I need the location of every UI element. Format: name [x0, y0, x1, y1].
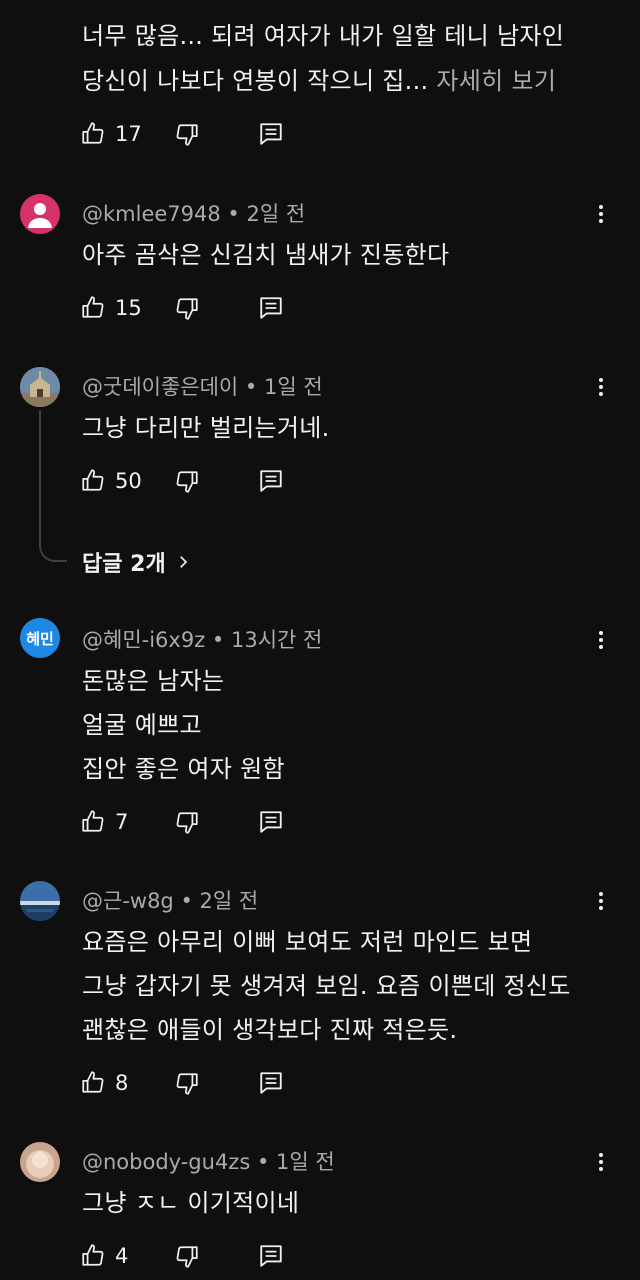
comment-meta: @굿데이좋은데이 • 1일 전 — [82, 371, 323, 401]
comment-text-line: 괜찮은 애들이 생각보다 진짜 적은듯. — [82, 1016, 458, 1044]
thumbs-down-icon — [176, 812, 198, 834]
reply-icon — [260, 1245, 282, 1267]
like-count: 4 — [115, 1244, 129, 1268]
dislike-button[interactable] — [174, 1244, 200, 1270]
like-count: 17 — [115, 122, 142, 146]
comment-text-line: 너무 많음... 되려 여자가 내가 일할 테니 남자인 — [82, 22, 565, 50]
more-options-button[interactable] — [589, 889, 613, 913]
reply-icon — [260, 811, 282, 833]
kebab-menu-icon — [599, 631, 603, 649]
comment-time: 1일 전 — [276, 1150, 335, 1174]
thread-line — [39, 410, 67, 562]
kebab-menu-icon — [599, 378, 603, 396]
dislike-button[interactable] — [174, 810, 200, 836]
reply-button[interactable] — [258, 1070, 284, 1096]
like-button[interactable] — [80, 120, 106, 146]
avatar[interactable]: 혜민 — [20, 618, 60, 658]
comment-time: 1일 전 — [264, 375, 323, 399]
comment-text-line: 아주 곰삭은 신김치 냄새가 진동한다 — [82, 241, 450, 269]
thumbs-down-icon — [176, 124, 198, 146]
thumbs-down-icon — [176, 1246, 198, 1268]
default-user-icon — [28, 203, 52, 228]
avatar[interactable] — [20, 1142, 60, 1182]
reply-icon — [260, 123, 282, 145]
like-count: 8 — [115, 1071, 129, 1095]
reply-icon — [260, 470, 282, 492]
building-photo-icon — [20, 367, 60, 407]
like-button[interactable] — [80, 467, 106, 493]
reply-button[interactable] — [258, 809, 284, 835]
comment-text-line: 당신이 나보다 연봉이 작으니 집... 자세히 보기 — [82, 61, 556, 96]
avatar[interactable] — [20, 881, 60, 921]
reply-button[interactable] — [258, 468, 284, 494]
thumbs-up-icon — [82, 469, 104, 491]
like-count: 15 — [115, 296, 142, 320]
reply-button[interactable] — [258, 295, 284, 321]
comment-time: 2일 전 — [246, 202, 306, 226]
comment-meta: @근-w8g • 2일 전 — [82, 885, 258, 915]
thumbs-down-icon — [176, 298, 198, 320]
thumbs-up-icon — [82, 810, 104, 832]
thumbs-down-icon — [176, 1073, 198, 1095]
comment-text-line: 그냥 갑자기 못 생겨져 보임. 요즘 이쁜데 정신도 — [82, 972, 571, 1000]
reply-icon — [260, 297, 282, 319]
comment-meta: @kmlee7948 • 2일 전 — [82, 198, 305, 228]
read-more-link[interactable]: 자세히 보기 — [436, 67, 556, 95]
more-options-button[interactable] — [589, 1150, 613, 1174]
more-options-button[interactable] — [589, 375, 613, 399]
comment-text-line: 그냥 다리만 벌리는거네. — [82, 414, 330, 442]
avatar-initials: 혜민 — [26, 629, 54, 648]
comment-meta: @혜민-i6x9z • 13시간 전 — [82, 624, 322, 654]
reply-button[interactable] — [258, 1243, 284, 1269]
kebab-menu-icon — [599, 1153, 603, 1171]
dislike-button[interactable] — [174, 122, 200, 148]
thumbs-up-icon — [82, 1071, 104, 1093]
like-count: 7 — [115, 810, 129, 834]
avatar[interactable] — [20, 194, 60, 234]
chevron-right-icon — [179, 556, 187, 568]
separator: • — [220, 202, 247, 226]
replies-toggle[interactable]: 답글 2개 — [82, 546, 192, 578]
dislike-button[interactable] — [174, 1071, 200, 1097]
like-count: 50 — [115, 469, 142, 493]
like-button[interactable] — [80, 294, 106, 320]
kebab-menu-icon — [599, 205, 603, 223]
comment-author[interactable]: @근-w8g — [82, 889, 174, 913]
comment-text-line: 돈많은 남자는 — [82, 667, 225, 695]
more-options-button[interactable] — [589, 628, 613, 652]
thumbs-up-icon — [82, 122, 104, 144]
comment-text-line: 얼굴 예쁘고 — [82, 711, 202, 739]
face-photo-icon — [20, 1142, 60, 1182]
comment-time: 13시간 전 — [230, 628, 323, 652]
separator: • — [173, 889, 200, 913]
reply-button[interactable] — [258, 121, 284, 147]
more-options-button[interactable] — [589, 202, 613, 226]
replies-label: 답글 2개 — [82, 552, 166, 577]
comment-text-line: 요즘은 아무리 이뻐 보여도 저런 마인드 보면 — [82, 928, 533, 956]
separator: • — [205, 628, 231, 652]
like-button[interactable] — [80, 808, 106, 834]
landscape-photo-icon — [20, 881, 60, 921]
comment-text-line: 집안 좋은 여자 원함 — [82, 755, 285, 783]
dislike-button[interactable] — [174, 469, 200, 495]
comment-author[interactable]: @굿데이좋은데이 — [82, 375, 238, 399]
comment-author[interactable]: @kmlee7948 — [82, 202, 221, 226]
dislike-button[interactable] — [174, 296, 200, 322]
comment-text-line: 그냥 ㅈㄴ 이기적이네 — [82, 1189, 300, 1217]
avatar[interactable] — [20, 367, 60, 407]
comment-author[interactable]: @nobody-gu4zs — [82, 1150, 250, 1174]
kebab-menu-icon — [599, 892, 603, 910]
comment-text: 당신이 나보다 연봉이 작으니 집... — [82, 67, 429, 95]
comment-time: 2일 전 — [199, 889, 259, 913]
like-button[interactable] — [80, 1242, 106, 1268]
comment-meta: @nobody-gu4zs • 1일 전 — [82, 1146, 335, 1176]
thumbs-up-icon — [82, 296, 104, 318]
separator: • — [250, 1150, 277, 1174]
comment-author[interactable]: @혜민-i6x9z — [82, 628, 205, 652]
reply-icon — [260, 1072, 282, 1094]
like-button[interactable] — [80, 1069, 106, 1095]
thumbs-up-icon — [82, 1244, 104, 1266]
thumbs-down-icon — [176, 471, 198, 493]
separator: • — [238, 375, 264, 399]
